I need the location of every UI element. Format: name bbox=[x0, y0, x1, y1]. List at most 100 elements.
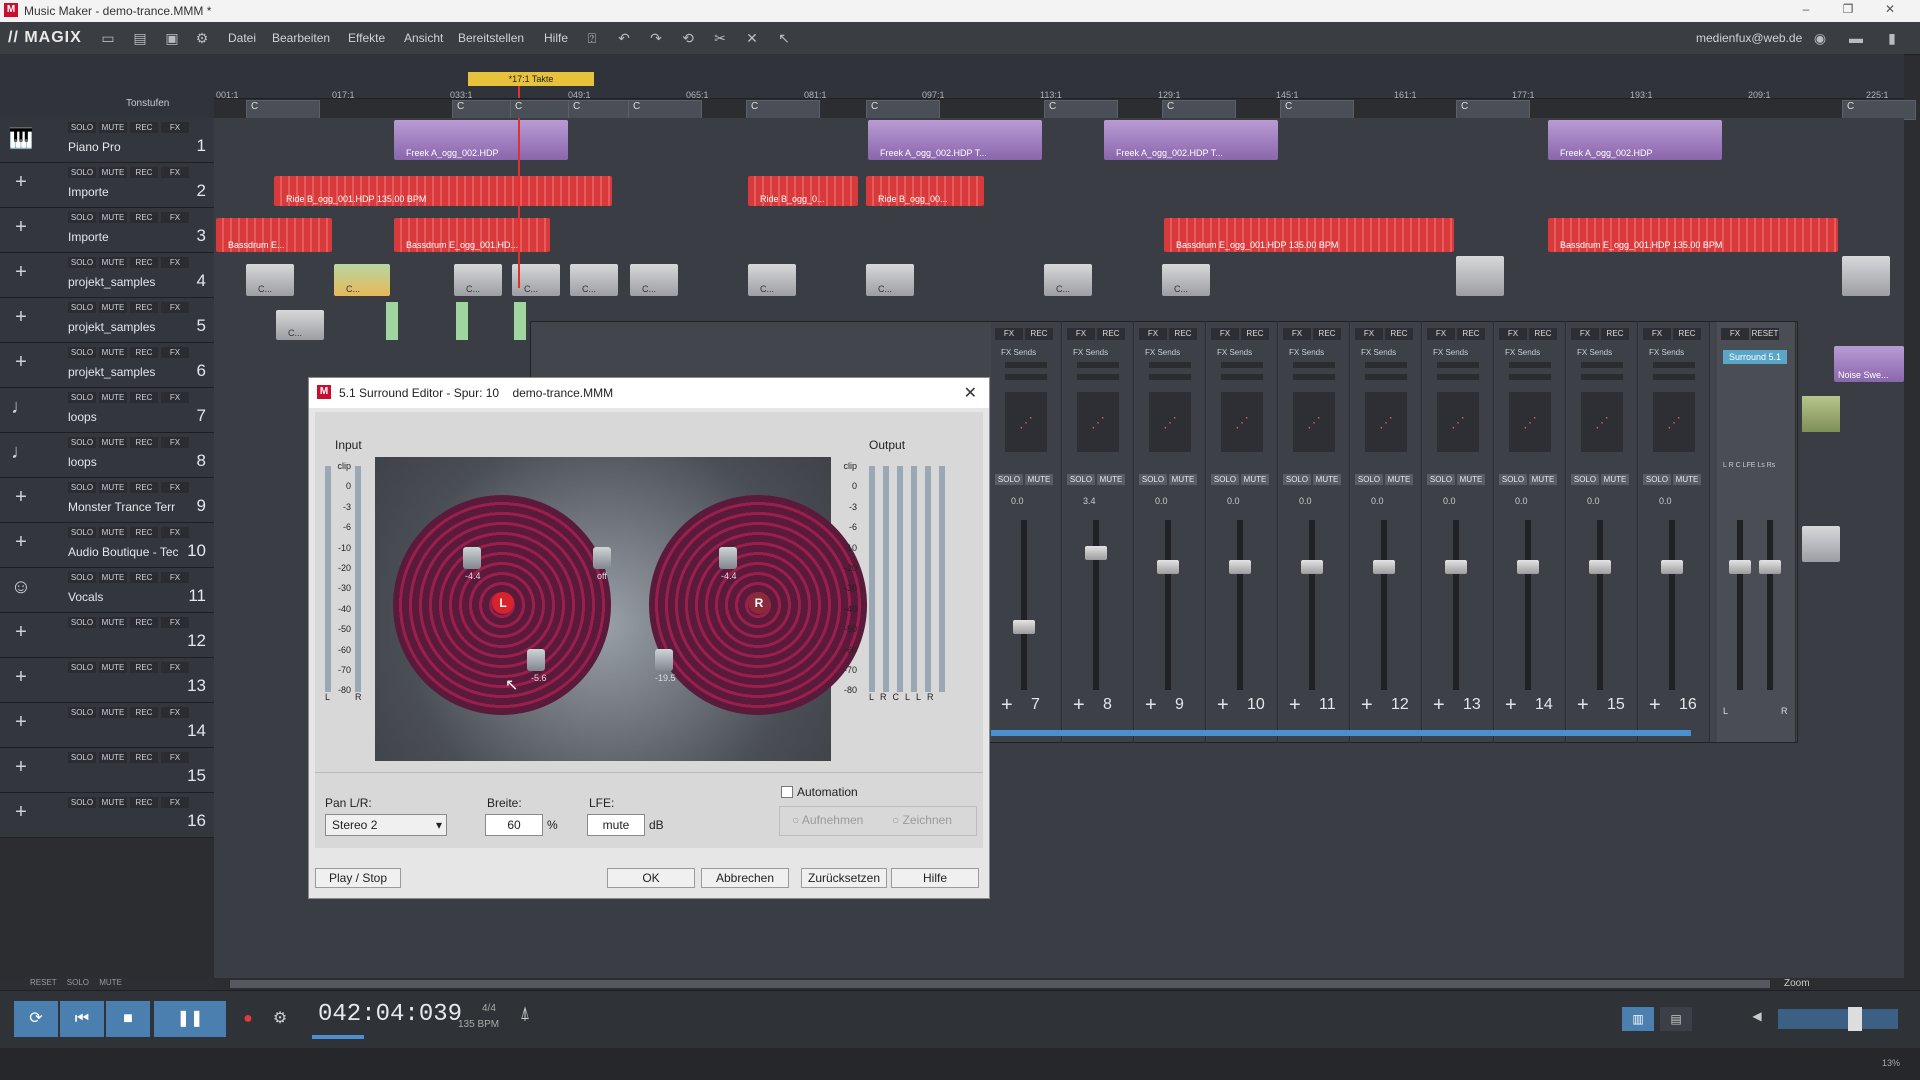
master-knob-left[interactable] bbox=[1729, 560, 1751, 574]
rec-button[interactable]: REC bbox=[130, 752, 158, 763]
undo-icon[interactable]: ↶ bbox=[614, 28, 634, 48]
track-name[interactable]: Audio Boutique - Tec bbox=[68, 545, 179, 559]
pointer-icon[interactable]: ↖ bbox=[774, 28, 794, 48]
fx-button[interactable]: FX bbox=[1283, 328, 1311, 340]
solo-button[interactable]: SOLO bbox=[1355, 474, 1383, 485]
plus-icon[interactable]: + bbox=[1505, 694, 1517, 717]
fx-button[interactable]: FX bbox=[1499, 328, 1527, 340]
clip-bassdrum[interactable]: Bassdrum E_ogg_001.HDP 135.00 BPM bbox=[1548, 218, 1838, 252]
radio-aufnehmen[interactable]: ○ Aufnehmen bbox=[792, 813, 863, 827]
cut-icon[interactable]: ✂ bbox=[710, 28, 730, 48]
speaker-front-right-icon[interactable] bbox=[593, 547, 611, 569]
mute-button[interactable]: MUTE bbox=[99, 437, 127, 448]
lfe-input[interactable]: mute bbox=[587, 814, 645, 836]
chord-selector[interactable]: C bbox=[1044, 100, 1118, 120]
clip-freek[interactable]: Freek A_ogg_002.HDP bbox=[394, 120, 568, 160]
mute-button[interactable]: MUTE bbox=[99, 752, 127, 763]
surround-pan-icon[interactable]: ⋰ bbox=[1293, 392, 1335, 452]
record-icon[interactable]: ● bbox=[230, 1001, 266, 1037]
solo-button[interactable]: SOLO bbox=[68, 572, 96, 583]
plus-icon[interactable]: + bbox=[6, 351, 36, 379]
mute-button[interactable]: MUTE bbox=[99, 257, 127, 268]
clip-small[interactable] bbox=[456, 302, 468, 340]
redo-icon[interactable]: ↷ bbox=[646, 28, 666, 48]
send-slider[interactable] bbox=[1005, 362, 1047, 368]
fx-button[interactable]: FX bbox=[1427, 328, 1455, 340]
menu-bereitstellen[interactable]: Bereitstellen bbox=[458, 31, 524, 45]
rec-button[interactable]: REC bbox=[1025, 328, 1053, 340]
chord-selector[interactable]: C bbox=[628, 100, 702, 120]
rec-button[interactable]: REC bbox=[130, 572, 158, 583]
track-header[interactable]: + SOLO MUTE REC FX 12 bbox=[0, 613, 214, 658]
send-slider[interactable] bbox=[1293, 362, 1335, 368]
user-account-icon[interactable]: ◉ bbox=[1810, 28, 1830, 48]
plus-icon[interactable]: + bbox=[6, 216, 36, 244]
clip-sample[interactable]: C... bbox=[1044, 264, 1092, 296]
track-header[interactable]: + SOLO MUTE REC FX 16 bbox=[0, 793, 214, 838]
rec-button[interactable]: REC bbox=[130, 302, 158, 313]
volume-fader-knob[interactable] bbox=[1517, 560, 1539, 574]
menu-datei[interactable]: Datei bbox=[228, 31, 256, 45]
fx-button[interactable]: FX bbox=[161, 437, 189, 448]
clip-sample[interactable]: C... bbox=[570, 264, 618, 296]
rec-button[interactable]: REC bbox=[130, 437, 158, 448]
track-header[interactable]: ♩ SOLO MUTE REC FX loops 7 bbox=[0, 388, 214, 433]
send-slider[interactable] bbox=[1077, 362, 1119, 368]
mute-button[interactable]: MUTE bbox=[99, 662, 127, 673]
volume-fader-track[interactable] bbox=[1165, 520, 1171, 690]
surround-pan-icon[interactable]: ⋰ bbox=[1509, 392, 1551, 452]
send-slider[interactable] bbox=[1365, 362, 1407, 368]
speaker-rear-right-icon[interactable] bbox=[655, 649, 673, 671]
rec-button[interactable]: REC bbox=[130, 527, 158, 538]
clip-bassdrum[interactable]: Bassdrum E_ogg_001.HDP 135.00 BPM bbox=[1164, 218, 1454, 252]
volume-fader-track[interactable] bbox=[1237, 520, 1243, 690]
surround-pan-icon[interactable]: ⋰ bbox=[1221, 392, 1263, 452]
volume-fader-track[interactable] bbox=[1597, 520, 1603, 690]
horizontal-scrollbar[interactable] bbox=[230, 980, 1770, 988]
track-header[interactable]: ☺ SOLO MUTE REC FX Vocals 11 bbox=[0, 568, 214, 613]
track-name[interactable]: projekt_samples bbox=[68, 365, 155, 379]
clip-small[interactable] bbox=[386, 302, 398, 340]
clip-ride[interactable]: Ride B_ogg_0... bbox=[748, 176, 858, 206]
mute-button[interactable]: MUTE bbox=[1385, 474, 1413, 485]
send-slider[interactable] bbox=[1293, 374, 1335, 380]
rec-button[interactable]: REC bbox=[130, 122, 158, 133]
mute-button[interactable]: MUTE bbox=[99, 617, 127, 628]
mute-button[interactable]: MUTE bbox=[99, 392, 127, 403]
chord-selector[interactable]: C bbox=[746, 100, 820, 120]
chord-selector[interactable]: C bbox=[1842, 100, 1916, 120]
menu-effekte[interactable]: Effekte bbox=[348, 31, 385, 45]
fx-button[interactable]: FX bbox=[161, 662, 189, 673]
send-slider[interactable] bbox=[1509, 374, 1551, 380]
track-header[interactable]: ♩ SOLO MUTE REC FX loops 8 bbox=[0, 433, 214, 478]
mute-button[interactable]: MUTE bbox=[1169, 474, 1197, 485]
loop-range[interactable]: *17:1 Takte bbox=[468, 72, 594, 86]
plus-icon[interactable]: + bbox=[6, 261, 36, 289]
note-icon[interactable]: ♩ bbox=[6, 396, 36, 424]
record-settings-icon[interactable]: ⚙ bbox=[268, 1001, 292, 1037]
menu-ansicht[interactable]: Ansicht bbox=[404, 31, 443, 45]
fx-button[interactable]: FX bbox=[161, 302, 189, 313]
send-slider[interactable] bbox=[1149, 374, 1191, 380]
volume-fader-track[interactable] bbox=[1669, 520, 1675, 690]
solo-button[interactable]: SOLO bbox=[1427, 474, 1455, 485]
surround-pan-icon[interactable]: ⋰ bbox=[1365, 392, 1407, 452]
rec-button[interactable]: REC bbox=[130, 257, 158, 268]
solo-button[interactable]: SOLO bbox=[1139, 474, 1167, 485]
track-name[interactable]: loops bbox=[68, 455, 97, 469]
piano-icon[interactable]: 🎹 bbox=[6, 126, 36, 154]
track-header[interactable]: + SOLO MUTE REC FX 14 bbox=[0, 703, 214, 748]
fx-button[interactable]: FX bbox=[161, 527, 189, 538]
solo-button[interactable]: SOLO bbox=[1643, 474, 1671, 485]
solo-button[interactable]: SOLO bbox=[1499, 474, 1527, 485]
solo-button[interactable]: SOLO bbox=[68, 662, 96, 673]
track-name[interactable]: Monster Trance Terr bbox=[68, 500, 175, 514]
master-volume-slider[interactable] bbox=[1778, 1007, 1898, 1031]
rec-button[interactable]: REC bbox=[130, 482, 158, 493]
track-header[interactable]: + SOLO MUTE REC FX 13 bbox=[0, 658, 214, 703]
fx-button[interactable]: FX bbox=[1721, 328, 1749, 340]
plus-icon[interactable]: + bbox=[1073, 694, 1085, 717]
restore-button[interactable]: ❐ bbox=[1828, 2, 1868, 20]
rec-button[interactable]: REC bbox=[1241, 328, 1269, 340]
send-slider[interactable] bbox=[1581, 374, 1623, 380]
